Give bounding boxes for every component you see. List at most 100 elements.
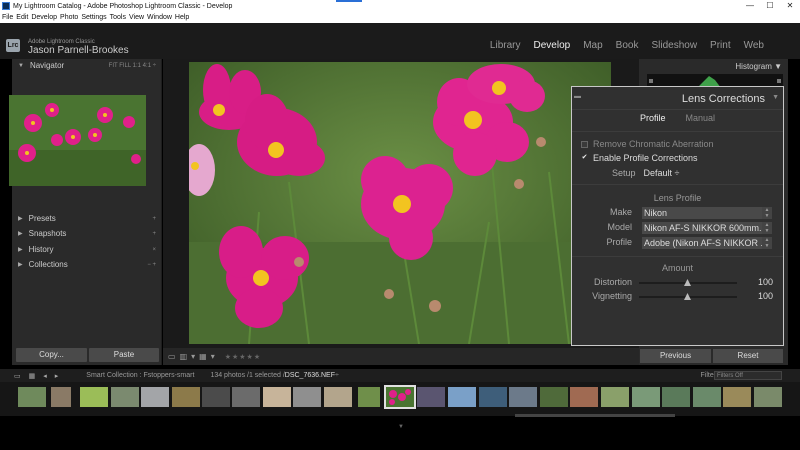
module-web[interactable]: Web: [744, 40, 764, 51]
navigator-preview-image: [9, 95, 146, 186]
menu-file[interactable]: File: [2, 14, 13, 21]
histogram-header[interactable]: Histogram ▼: [735, 62, 782, 71]
filmstrip-thumbnail[interactable]: [693, 387, 721, 407]
setup-dropdown[interactable]: Default ÷: [644, 168, 680, 178]
menu-window[interactable]: Window: [147, 14, 172, 21]
filmstrip-thumbnail-selected[interactable]: [384, 385, 416, 409]
dropdown-icon[interactable]: ▾: [211, 352, 215, 361]
filmstrip-thumbnail[interactable]: [18, 387, 46, 407]
compare-view-icon[interactable]: ▦: [199, 352, 207, 361]
filmstrip-thumbnail[interactable]: [202, 387, 230, 407]
previous-button[interactable]: Previous: [640, 349, 711, 363]
filmstrip-thumbnail[interactable]: [111, 387, 139, 407]
make-value: Nikon: [644, 208, 668, 218]
filmstrip-thumbnail[interactable]: [324, 387, 352, 407]
menu-bar: File Edit Develop Photo Settings Tools V…: [0, 12, 800, 23]
filmstrip-thumbnail[interactable]: [601, 387, 629, 407]
dropdown-icon[interactable]: ▾: [191, 352, 195, 361]
collapse-triangle-icon[interactable]: ▼: [772, 94, 779, 101]
filmstrip-thumbnail[interactable]: [232, 387, 260, 407]
tab-manual[interactable]: Manual: [685, 113, 715, 123]
filmstrip-thumbnail[interactable]: [662, 387, 690, 407]
filename-dropdown-icon[interactable]: ÷: [335, 372, 339, 379]
filmstrip-thumbnail[interactable]: [448, 387, 476, 407]
history-clear-icon[interactable]: ×: [152, 247, 156, 253]
reset-button[interactable]: Reset: [713, 349, 783, 363]
presets-add-icon[interactable]: +: [152, 216, 156, 222]
menu-view[interactable]: View: [129, 14, 144, 21]
filmstrip-thumbnail[interactable]: [417, 387, 445, 407]
lens-corrections-title[interactable]: Lens Corrections: [682, 93, 765, 105]
module-map[interactable]: Map: [583, 40, 602, 51]
close-button[interactable]: ✕: [780, 0, 800, 12]
vignetting-value[interactable]: 100: [758, 291, 773, 301]
minimize-button[interactable]: —: [740, 0, 760, 12]
model-select[interactable]: Nikon AF-S NIKKOR 600mm... ▲ ▼: [642, 222, 772, 234]
navigator-zoom-options[interactable]: FIT FILL 1:1 4:1 ÷: [109, 63, 156, 69]
menu-settings[interactable]: Settings: [81, 14, 106, 21]
enable-profile-checkbox[interactable]: ✔ Enable Profile Corrections: [581, 153, 698, 163]
navigator-preview[interactable]: [9, 95, 146, 186]
main-photo[interactable]: [189, 62, 611, 344]
filmstrip-thumbnail[interactable]: [172, 387, 200, 407]
lrc-logo-icon: Lrc: [6, 39, 20, 52]
module-library[interactable]: Library: [490, 40, 521, 51]
filmstrip-scrollbar[interactable]: [515, 414, 675, 417]
filmstrip-thumbnail[interactable]: [358, 387, 380, 407]
star-rating[interactable]: ★★★★★: [225, 353, 261, 361]
filter-dropdown[interactable]: Filters Off: [714, 371, 782, 380]
module-book[interactable]: Book: [616, 40, 639, 51]
monitor-icon[interactable]: ▭: [14, 372, 21, 380]
presets-header[interactable]: ▶ Presets +: [12, 212, 162, 225]
history-header[interactable]: ▶ History ×: [12, 243, 162, 256]
menu-tools[interactable]: Tools: [110, 14, 126, 21]
filmstrip-thumbnail[interactable]: [263, 387, 291, 407]
grid-view-icon[interactable]: ▦: [29, 372, 36, 380]
source-collection[interactable]: Smart Collection : Fstoppers-smart: [86, 372, 194, 379]
filmstrip-thumbnail[interactable]: [570, 387, 598, 407]
before-after-icon[interactable]: ▥: [180, 352, 188, 361]
distortion-value[interactable]: 100: [758, 277, 773, 287]
divider: [572, 109, 783, 110]
filmstrip-thumbnail[interactable]: [723, 387, 751, 407]
filmstrip-thumbnail[interactable]: [509, 387, 537, 407]
maximize-button[interactable]: ☐: [760, 0, 780, 12]
filmstrip-thumbnail[interactable]: [754, 387, 782, 407]
remove-ca-checkbox[interactable]: Remove Chromatic Aberration: [581, 139, 714, 149]
menu-edit[interactable]: Edit: [16, 14, 28, 21]
menu-photo[interactable]: Photo: [60, 14, 78, 21]
navigator-header[interactable]: ▼ Navigator FIT FILL 1:1 4:1 ÷: [12, 59, 162, 72]
forward-arrow-icon[interactable]: ▸: [55, 372, 59, 380]
tab-profile[interactable]: Profile: [640, 113, 666, 123]
checkmark-icon: ✔: [581, 153, 588, 161]
paste-settings-button[interactable]: Paste: [89, 348, 159, 362]
module-picker: Library Develop Map Book Slideshow Print…: [477, 40, 764, 51]
panel-grip-icon[interactable]: ▬: [574, 93, 581, 100]
selected-filename[interactable]: DSC_7636.NEF: [285, 372, 335, 379]
filmstrip-thumbnail[interactable]: [51, 387, 71, 407]
loupe-view-icon[interactable]: ▭: [168, 352, 176, 361]
filmstrip-thumbnail[interactable]: [293, 387, 321, 407]
snapshots-header[interactable]: ▶ Snapshots +: [12, 227, 162, 240]
distortion-label: Distortion: [593, 277, 632, 287]
back-arrow-icon[interactable]: ◂: [43, 372, 47, 380]
expand-triangle-icon: ▶: [18, 216, 23, 222]
collections-actions-icon[interactable]: − +: [147, 262, 156, 268]
module-print[interactable]: Print: [710, 40, 731, 51]
filmstrip-thumbnail[interactable]: [80, 387, 108, 407]
make-select[interactable]: Nikon ▲ ▼: [642, 207, 772, 219]
snapshots-add-icon[interactable]: +: [152, 231, 156, 237]
menu-develop[interactable]: Develop: [31, 14, 57, 21]
module-develop[interactable]: Develop: [534, 40, 571, 51]
copy-settings-button[interactable]: Copy...: [16, 348, 87, 362]
filmstrip-thumbnail[interactable]: [479, 387, 507, 407]
filmstrip-thumbnail[interactable]: [632, 387, 660, 407]
setup-label: Setup: [612, 168, 636, 178]
filmstrip-thumbnail[interactable]: [141, 387, 169, 407]
menu-help[interactable]: Help: [175, 14, 189, 21]
filmstrip-thumbnail[interactable]: [540, 387, 568, 407]
profile-select[interactable]: Adobe (Nikon AF-S NIKKOR ... ▲ ▼: [642, 237, 772, 249]
module-slideshow[interactable]: Slideshow: [651, 40, 697, 51]
expand-filmstrip-arrow-icon[interactable]: ▼: [398, 424, 404, 430]
collections-header[interactable]: ▶ Collections − +: [12, 258, 162, 271]
